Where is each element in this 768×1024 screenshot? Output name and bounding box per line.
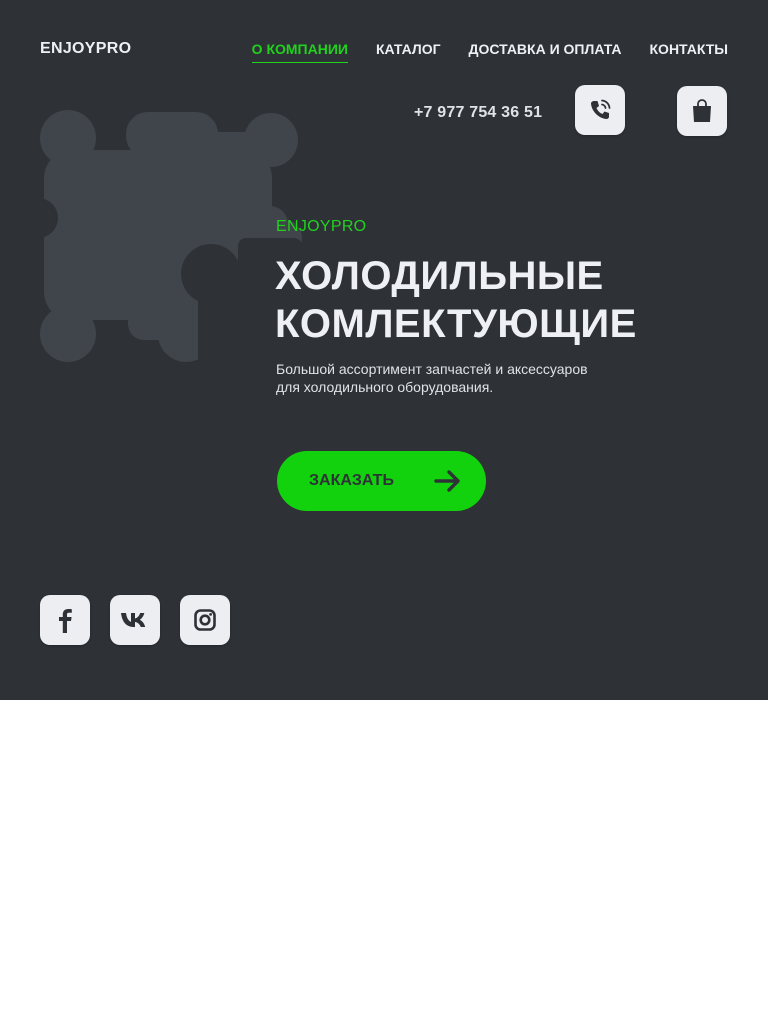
arrow-right-icon bbox=[434, 470, 460, 492]
site-logo[interactable]: ENJOYPRO bbox=[40, 40, 131, 58]
instagram-icon bbox=[194, 609, 216, 631]
main-nav: О КОМПАНИИ КАТАЛОГ ДОСТАВКА И ОПЛАТА КОН… bbox=[251, 40, 728, 63]
facebook-icon bbox=[59, 609, 72, 633]
phone-call-icon bbox=[591, 99, 611, 119]
call-button[interactable] bbox=[575, 85, 625, 135]
phone-number[interactable]: +7 977 754 36 51 bbox=[414, 104, 542, 122]
nav-item-about[interactable]: О КОМПАНИИ bbox=[251, 40, 348, 63]
hero-section: ENJOYPRO О КОМПАНИИ КАТАЛОГ ДОСТАВКА И О… bbox=[0, 0, 768, 700]
subtitle-line-1: Большой ассортимент запчастей и аксессуа… bbox=[276, 361, 588, 377]
brand-tag: ENJOYPRO bbox=[276, 218, 367, 235]
cart-button[interactable] bbox=[677, 86, 727, 136]
vk-link[interactable] bbox=[110, 595, 160, 645]
instagram-link[interactable] bbox=[180, 595, 230, 645]
page-title: ХОЛОДИЛЬНЫЕ КОМЛЕКТУЮЩИЕ bbox=[275, 252, 637, 348]
puzzle-piece-icon bbox=[38, 110, 302, 362]
nav-item-catalog[interactable]: КАТАЛОГ bbox=[376, 40, 441, 63]
nav-item-delivery[interactable]: ДОСТАВКА И ОПЛАТА bbox=[469, 40, 622, 63]
hero-subtitle: Большой ассортимент запчастей и аксессуа… bbox=[276, 360, 676, 396]
order-button-label: ЗАКАЗАТЬ bbox=[309, 472, 394, 489]
vk-icon bbox=[121, 613, 146, 627]
title-line-2: КОМЛЕКТУЮЩИЕ bbox=[275, 302, 637, 346]
facebook-link[interactable] bbox=[40, 595, 90, 645]
order-button[interactable]: ЗАКАЗАТЬ bbox=[277, 451, 486, 511]
title-line-1: ХОЛОДИЛЬНЫЕ bbox=[275, 254, 604, 298]
subtitle-line-2: для холодильного оборудования. bbox=[276, 379, 494, 395]
nav-item-contacts[interactable]: КОНТАКТЫ bbox=[650, 40, 728, 63]
shopping-bag-icon bbox=[693, 99, 711, 122]
